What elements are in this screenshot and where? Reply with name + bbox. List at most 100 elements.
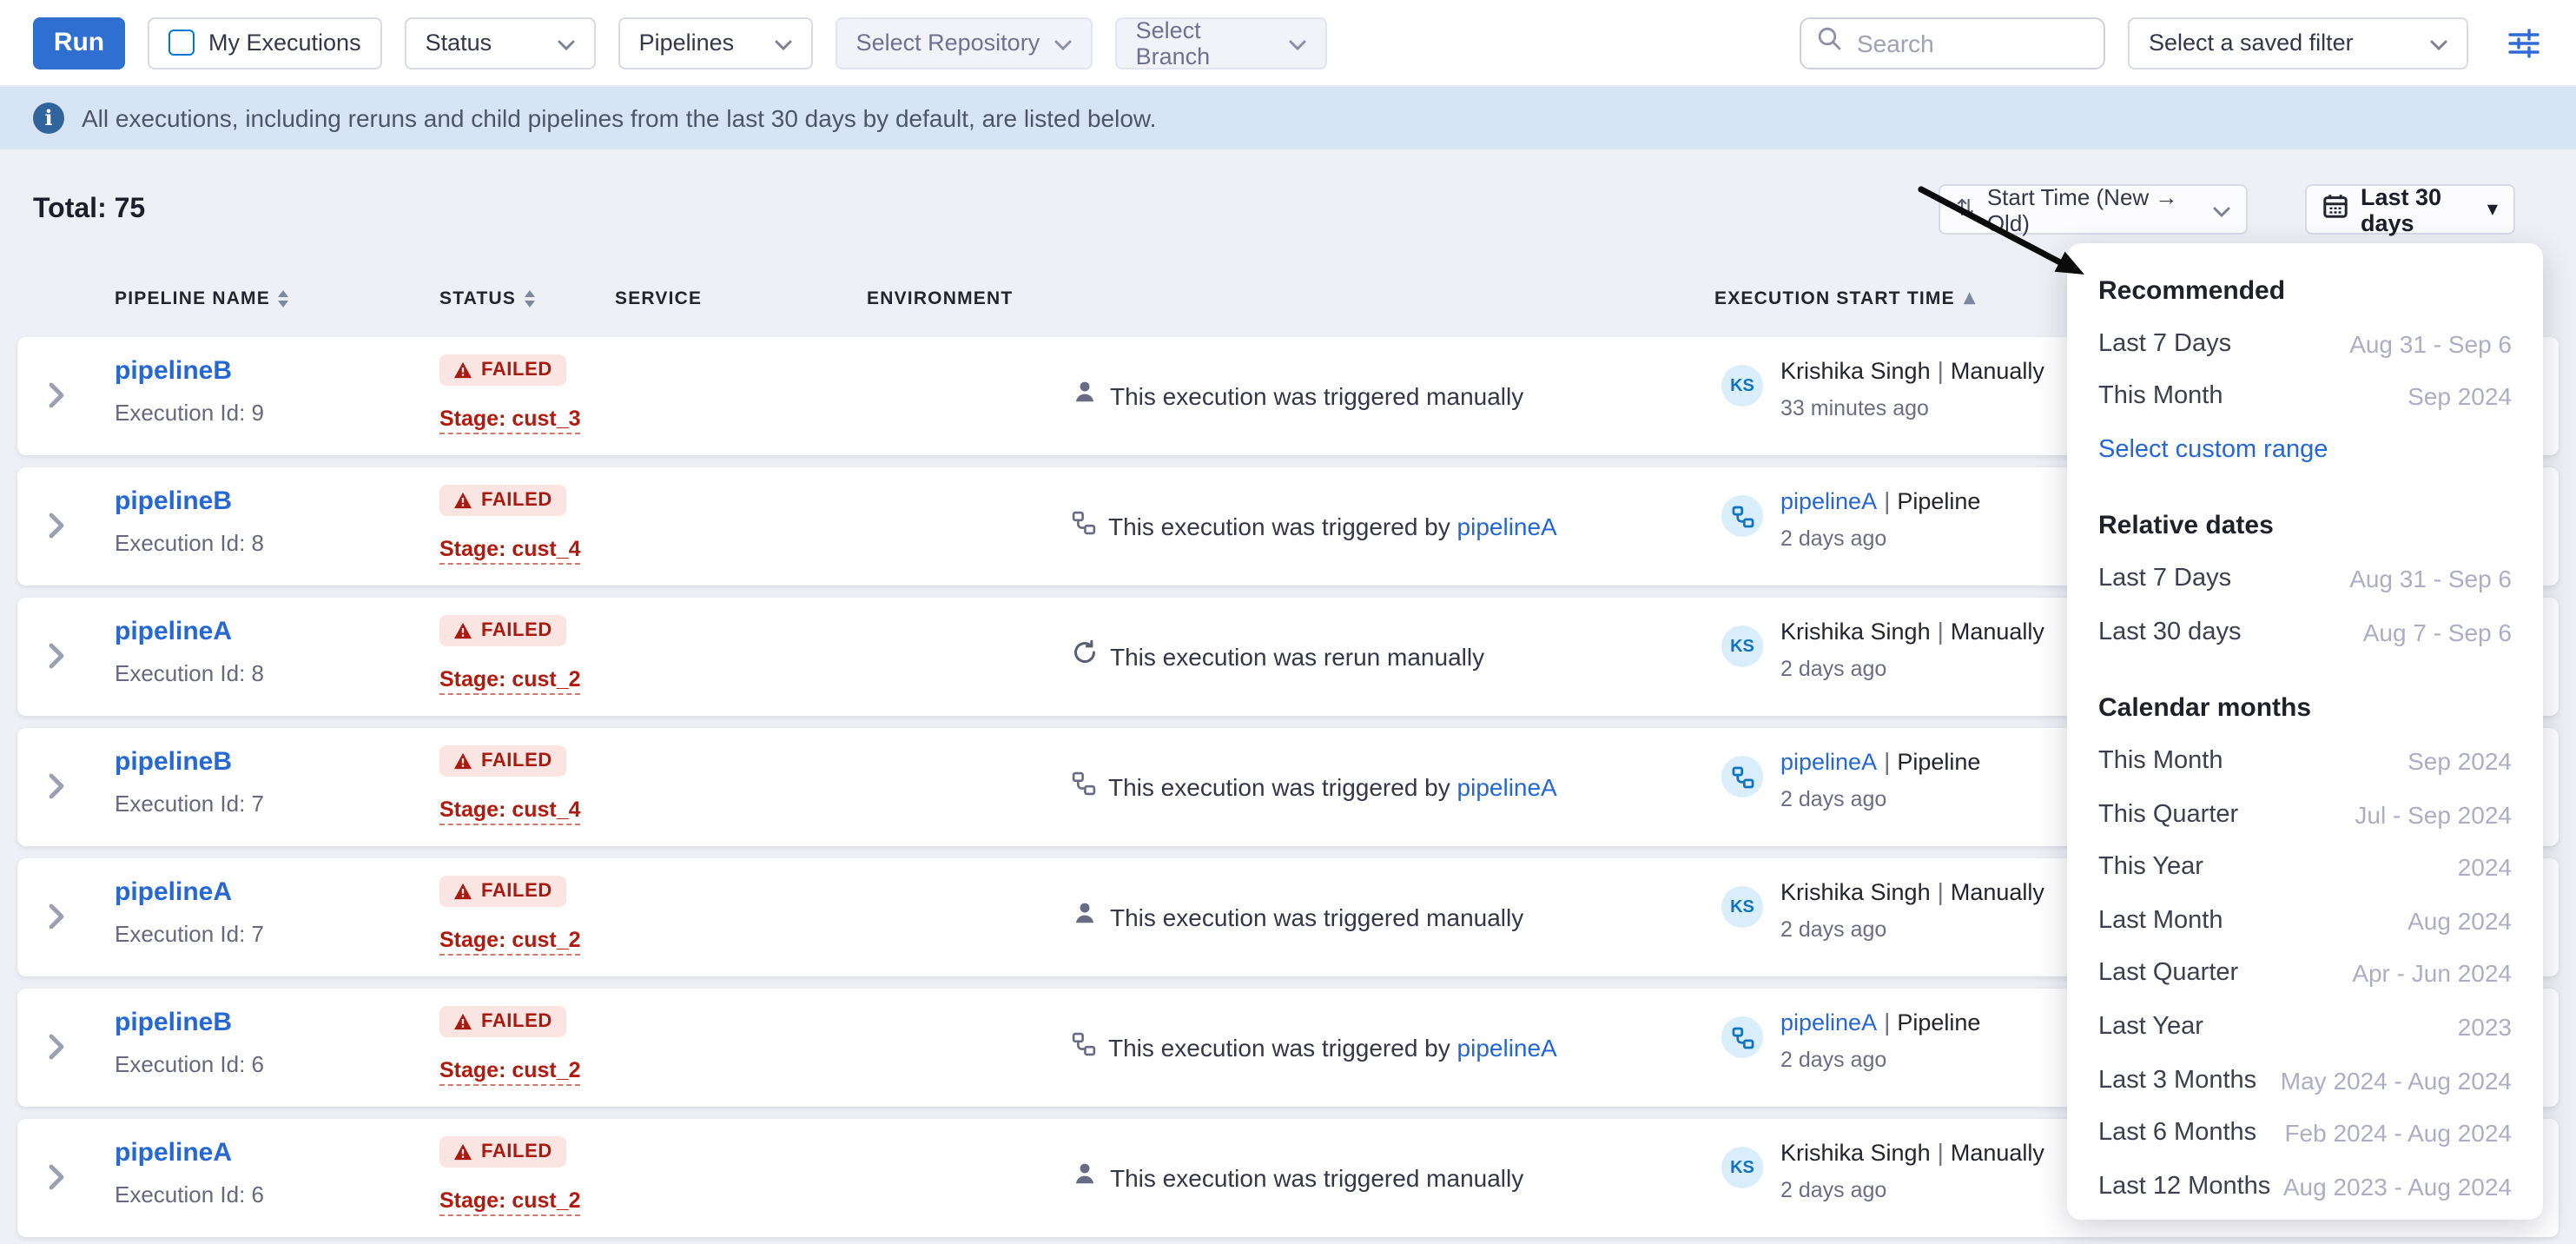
starter-name: Krishika Singh: [1780, 879, 1931, 905]
pipeline-name-link[interactable]: pipelineB: [115, 747, 232, 777]
expand-chevron-icon[interactable]: [49, 1164, 64, 1199]
person-icon: [1072, 379, 1098, 414]
expand-chevron-icon[interactable]: [49, 903, 64, 938]
date-range-option[interactable]: This MonthSep 2024: [2098, 735, 2512, 788]
info-banner-text: All executions, including reruns and chi…: [82, 104, 1156, 132]
starter-pipeline-link[interactable]: pipelineA: [1780, 488, 1877, 514]
select-custom-range-link[interactable]: Select custom range: [2098, 436, 2328, 464]
execution-id: Execution Id: 6: [115, 1051, 264, 1077]
select-branch-label: Select Branch: [1136, 17, 1275, 69]
column-status[interactable]: STATUS: [439, 288, 535, 309]
my-executions-checkbox[interactable]: [168, 30, 195, 56]
column-pipeline-name[interactable]: PIPELINE NAME: [115, 288, 289, 309]
expand-chevron-icon[interactable]: [49, 773, 64, 808]
date-range-option[interactable]: Last 30 daysAug 7 - Sep 6: [2098, 605, 2512, 658]
trigger-pipeline-link[interactable]: pipelineA: [1457, 1034, 1557, 1062]
column-label: STATUS: [439, 288, 516, 309]
failed-stage-link[interactable]: Stage: cust_3: [439, 407, 581, 434]
sort-both-icon[interactable]: [279, 291, 289, 308]
column-label: EXECUTION START TIME: [1714, 288, 1955, 309]
starter-name: Krishika Singh: [1780, 358, 1931, 384]
expand-chevron-icon[interactable]: [49, 382, 64, 417]
column-execution-start-time[interactable]: EXECUTION START TIME ▲: [1714, 288, 1977, 309]
failed-stage-link[interactable]: Stage: cust_2: [439, 667, 581, 695]
saved-filter-dropdown[interactable]: Select a saved filter: [2128, 17, 2468, 69]
date-range-option[interactable]: This QuarterJul - Sep 2024: [2098, 788, 2512, 841]
date-range-option[interactable]: Last QuarterApr - Jun 2024: [2098, 947, 2512, 1000]
pipeline-icon: [1072, 1031, 1096, 1064]
separator: |: [1877, 1008, 1897, 1036]
date-range-option[interactable]: Last 6 MonthsFeb 2024 - Aug 2024: [2098, 1107, 2512, 1160]
started-by: pipelineA|Pipeline: [1780, 747, 1980, 775]
option-date-range: May 2024 - Aug 2024: [2281, 1066, 2512, 1094]
trigger-type: Manually: [1951, 619, 2044, 645]
option-label: This Month: [2098, 383, 2223, 411]
date-range-option[interactable]: Last 12 MonthsAug 2023 - Aug 2024: [2098, 1160, 2512, 1213]
status-badge: FAILED: [439, 1006, 566, 1037]
trigger-text: This execution was triggered by pipeline…: [1108, 1034, 1557, 1062]
avatar-initials: KS: [1721, 625, 1763, 667]
select-branch-dropdown[interactable]: Select Branch: [1115, 17, 1327, 69]
expand-chevron-icon[interactable]: [49, 1034, 64, 1069]
pipeline-name-link[interactable]: pipelineB: [115, 1008, 232, 1037]
start-time: 2 days ago: [1780, 917, 1886, 942]
failed-stage-link[interactable]: Stage: cust_4: [439, 537, 581, 565]
option-date-range: Aug 31 - Sep 6: [2349, 566, 2512, 593]
expand-chevron-icon[interactable]: [49, 513, 64, 547]
failed-stage-link[interactable]: Stage: cust_2: [439, 1188, 581, 1216]
starter-pipeline-link[interactable]: pipelineA: [1780, 749, 1877, 775]
date-range-menu: RecommendedLast 7 DaysAug 31 - Sep 6This…: [2067, 243, 2543, 1220]
trigger-pipeline-link[interactable]: pipelineA: [1457, 773, 1557, 801]
sort-dropdown[interactable]: ⇅ Start Time (New → Old): [1939, 184, 2248, 235]
status-badge: FAILED: [439, 745, 566, 777]
separator: |: [1877, 747, 1897, 775]
option-label: Last Year: [2098, 1013, 2203, 1041]
trigger-pipeline-link[interactable]: pipelineA: [1457, 513, 1557, 540]
avatar-initials: KS: [1721, 365, 1763, 407]
pipeline-name-link[interactable]: pipelineB: [115, 356, 232, 386]
started-by: Krishika Singh|Manually: [1780, 356, 2044, 384]
pipeline-name-link[interactable]: pipelineA: [115, 1138, 232, 1168]
option-label: Last 7 Days: [2098, 330, 2231, 358]
starter-pipeline-link[interactable]: pipelineA: [1780, 1009, 1877, 1036]
select-repository-dropdown[interactable]: Select Repository: [836, 17, 1093, 69]
separator: |: [1931, 356, 1951, 384]
failed-stage-link[interactable]: Stage: cust_2: [439, 1058, 581, 1086]
failed-stage-link[interactable]: Stage: cust_2: [439, 928, 581, 956]
pipelines-filter-dropdown[interactable]: Pipelines: [618, 17, 813, 69]
search-input[interactable]: [1853, 27, 2088, 58]
option-date-range: Jul - Sep 2024: [2355, 800, 2512, 828]
expand-chevron-icon[interactable]: [49, 643, 64, 678]
trigger-text: This execution was triggered manually: [1110, 1164, 1523, 1192]
pipeline-name-link[interactable]: pipelineA: [115, 877, 232, 907]
column-label: PIPELINE NAME: [115, 288, 270, 309]
chevron-down-icon: [1054, 30, 1072, 56]
execution-id: Execution Id: 8: [115, 660, 264, 686]
trigger-text: This execution was triggered manually: [1110, 382, 1523, 410]
date-range-option[interactable]: Last MonthAug 2024: [2098, 894, 2512, 947]
option-date-range: 2023: [2458, 1013, 2512, 1041]
execution-id: Execution Id: 9: [115, 400, 264, 426]
pipeline-name-link[interactable]: pipelineB: [115, 486, 232, 516]
sort-both-icon[interactable]: [525, 291, 535, 308]
filter-settings-icon[interactable]: [2503, 22, 2545, 63]
run-button[interactable]: Run: [33, 17, 125, 69]
failed-stage-link[interactable]: Stage: cust_4: [439, 797, 581, 825]
date-range-option[interactable]: Last 7 DaysAug 31 - Sep 6: [2098, 317, 2512, 370]
started-by: Krishika Singh|Manually: [1780, 1138, 2044, 1166]
status-badge: FAILED: [439, 876, 566, 907]
date-range-button[interactable]: Last 30 days ▼: [2305, 184, 2515, 235]
date-range-option[interactable]: Last 3 MonthsMay 2024 - Aug 2024: [2098, 1054, 2512, 1107]
option-label: Last Quarter: [2098, 960, 2238, 988]
pipeline-name-link[interactable]: pipelineA: [115, 617, 232, 646]
date-range-option[interactable]: Last Year 2023: [2098, 1000, 2512, 1053]
status-filter-dropdown[interactable]: Status: [405, 17, 596, 69]
start-time: 2 days ago: [1780, 1178, 1886, 1202]
date-range-option[interactable]: This Year2024: [2098, 841, 2512, 894]
date-range-option[interactable]: Last 7 DaysAug 31 - Sep 6: [2098, 553, 2512, 605]
option-date-range: 2024: [2458, 853, 2512, 881]
date-range-option[interactable]: This MonthSep 2024: [2098, 370, 2512, 423]
search-box[interactable]: [1800, 17, 2105, 69]
status-badge: FAILED: [439, 1136, 566, 1168]
my-executions-toggle[interactable]: My Executions: [148, 17, 382, 69]
